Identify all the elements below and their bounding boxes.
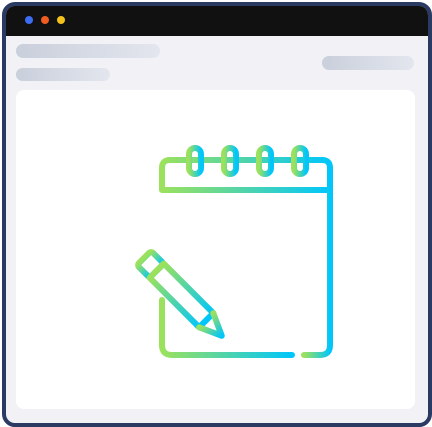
window-titlebar — [6, 6, 428, 36]
header-placeholder-right — [322, 56, 414, 70]
notepad-with-pencil-icon — [116, 140, 336, 370]
window-control-blue-dot[interactable] — [25, 16, 33, 24]
content-card — [16, 90, 415, 409]
window-control-yellow-dot[interactable] — [57, 16, 65, 24]
notepad-pencil-svg — [135, 145, 333, 358]
notepad-right-edge — [301, 187, 333, 358]
browser-window — [2, 2, 432, 427]
header-placeholder-line-2 — [16, 68, 110, 81]
header-placeholder-line-1 — [16, 44, 160, 58]
window-control-orange-dot[interactable] — [41, 16, 49, 24]
